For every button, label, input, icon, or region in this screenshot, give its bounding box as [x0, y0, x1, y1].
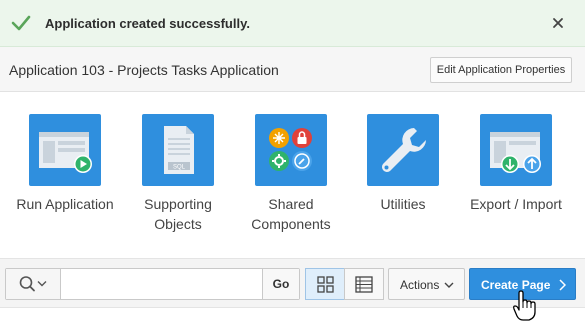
wrench-icon: [367, 114, 439, 186]
report-view-button[interactable]: [344, 268, 384, 300]
grid-icon: [317, 276, 334, 293]
pages-toolbar: Go Actions Create Page: [0, 258, 585, 308]
search-icon: [19, 276, 47, 292]
application-header: Application 103 - Projects Tasks Applica…: [0, 47, 585, 92]
edit-application-properties-button[interactable]: Edit Application Properties: [430, 57, 572, 83]
sql-document-icon: SQL: [142, 114, 214, 186]
tile-label: Supporting Objects: [144, 196, 212, 232]
chevron-right-icon: [559, 279, 566, 291]
search-options-button[interactable]: [6, 269, 61, 299]
alert-message: Application created successfully.: [45, 16, 250, 31]
close-icon[interactable]: [549, 14, 567, 32]
tile-export-import[interactable]: Export / Import: [456, 92, 576, 252]
search-input[interactable]: [62, 269, 262, 299]
table-icon: [355, 276, 373, 293]
check-icon: [11, 15, 31, 31]
hand-pointer-icon: [513, 290, 536, 321]
page-title: Application 103 - Projects Tasks Applica…: [9, 62, 279, 78]
tile-shared-components[interactable]: Shared Components: [231, 92, 351, 252]
tile-label: Export / Import: [470, 196, 562, 212]
go-button[interactable]: Go: [262, 269, 299, 299]
tile-run-application[interactable]: Run Application: [5, 92, 125, 252]
application-tiles: Run Application SQL Supporting Objects S…: [0, 92, 585, 258]
export-import-icon: [480, 114, 552, 186]
run-application-icon: [29, 114, 101, 186]
success-alert: Application created successfully.: [0, 0, 585, 47]
actions-menu-button[interactable]: Actions: [388, 268, 465, 300]
chevron-down-icon: [444, 282, 454, 288]
tile-utilities[interactable]: Utilities: [343, 92, 463, 252]
icon-view-button[interactable]: [305, 268, 345, 300]
tile-label: Utilities: [380, 196, 426, 212]
search-group: Go: [5, 268, 300, 300]
tile-label: Shared Components: [251, 196, 331, 232]
tile-label: Run Application: [16, 196, 114, 212]
shared-components-icon: [255, 114, 327, 186]
content-area: [0, 308, 585, 324]
svg-text:SQL: SQL: [173, 165, 186, 171]
tile-supporting-objects[interactable]: SQL Supporting Objects: [118, 92, 238, 252]
actions-label: Actions: [400, 278, 440, 292]
